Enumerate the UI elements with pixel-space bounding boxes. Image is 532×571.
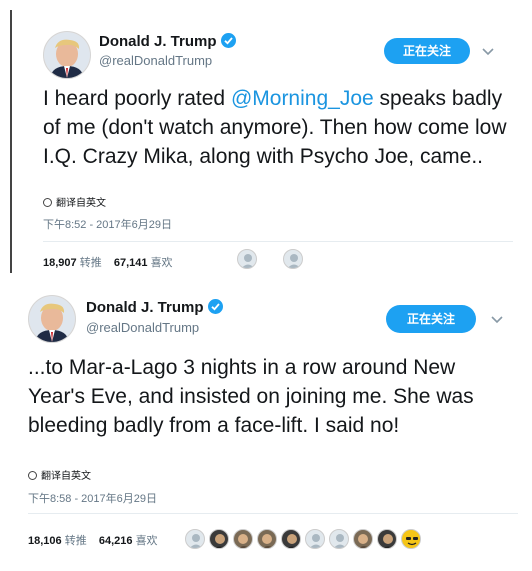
liker-avatar[interactable]	[281, 529, 301, 549]
liker-avatar[interactable]	[283, 249, 303, 269]
divider	[43, 241, 513, 242]
liker-avatar-emoji[interactable]	[401, 529, 421, 549]
display-name[interactable]: Donald J. Trump	[99, 33, 236, 50]
tweet-card-2: Donald J. Trump @realDonaldTrump 正在关注 ..…	[10, 285, 522, 561]
liker-avatar[interactable]	[233, 529, 253, 549]
liker-avatars	[185, 529, 425, 549]
tweet-text: ...to Mar-a-Lago 3 nights in a row aroun…	[28, 356, 474, 437]
liker-avatar[interactable]	[185, 529, 205, 549]
like-label: 喜欢	[135, 535, 158, 547]
retweet-count[interactable]: 18,106	[28, 535, 62, 547]
user-handle[interactable]: @realDonaldTrump	[99, 53, 212, 68]
globe-icon	[43, 198, 52, 207]
display-name-text: Donald J. Trump	[86, 299, 204, 316]
liker-avatar[interactable]	[237, 249, 257, 269]
display-name-text: Donald J. Trump	[99, 33, 217, 50]
translate-label: 翻译自英文	[56, 198, 106, 209]
profile-avatar[interactable]	[28, 295, 76, 343]
display-name[interactable]: Donald J. Trump	[86, 299, 223, 316]
engagement-stats: 18,907 转推 67,141 喜欢	[43, 254, 173, 270]
chevron-down-icon[interactable]	[479, 42, 497, 60]
liker-avatar[interactable]	[353, 529, 373, 549]
like-label: 喜欢	[150, 257, 173, 269]
translate-label: 翻译自英文	[41, 471, 91, 482]
timestamp[interactable]: 下午8:52 - 2017年6月29日	[43, 216, 172, 232]
translate-link[interactable]: 翻译自英文	[28, 467, 91, 482]
liker-avatar[interactable]	[329, 529, 349, 549]
following-button[interactable]: 正在关注	[386, 305, 476, 333]
engagement-stats: 18,106 转推 64,216 喜欢	[28, 532, 158, 548]
liker-avatar[interactable]	[305, 529, 325, 549]
like-count[interactable]: 64,216	[99, 535, 133, 547]
divider	[28, 513, 518, 514]
liker-avatar[interactable]	[209, 529, 229, 549]
liker-avatars	[237, 249, 307, 269]
globe-icon	[28, 471, 37, 480]
retweet-label: 转推	[64, 535, 87, 547]
verified-badge-icon	[220, 33, 236, 48]
user-handle[interactable]: @realDonaldTrump	[86, 320, 199, 335]
like-count[interactable]: 67,141	[114, 257, 148, 269]
translate-link[interactable]: 翻译自英文	[43, 194, 106, 209]
retweet-label: 转推	[79, 257, 102, 269]
liker-avatar[interactable]	[257, 529, 277, 549]
tweet-text-part: I heard poorly rated	[43, 87, 231, 110]
verified-badge-icon	[207, 299, 223, 314]
tweet-card-1: Donald J. Trump @realDonaldTrump 正在关注 I …	[10, 10, 524, 273]
following-button[interactable]: 正在关注	[384, 38, 470, 64]
timestamp[interactable]: 下午8:58 - 2017年6月29日	[28, 490, 157, 506]
liker-avatar[interactable]	[377, 529, 397, 549]
chevron-down-icon[interactable]	[488, 310, 506, 328]
profile-avatar[interactable]	[43, 31, 91, 79]
mention-link[interactable]: @Morning_Joe	[231, 87, 374, 110]
tweet-text: I heard poorly rated @Morning_Joe speaks…	[43, 84, 513, 171]
retweet-count[interactable]: 18,907	[43, 257, 77, 269]
